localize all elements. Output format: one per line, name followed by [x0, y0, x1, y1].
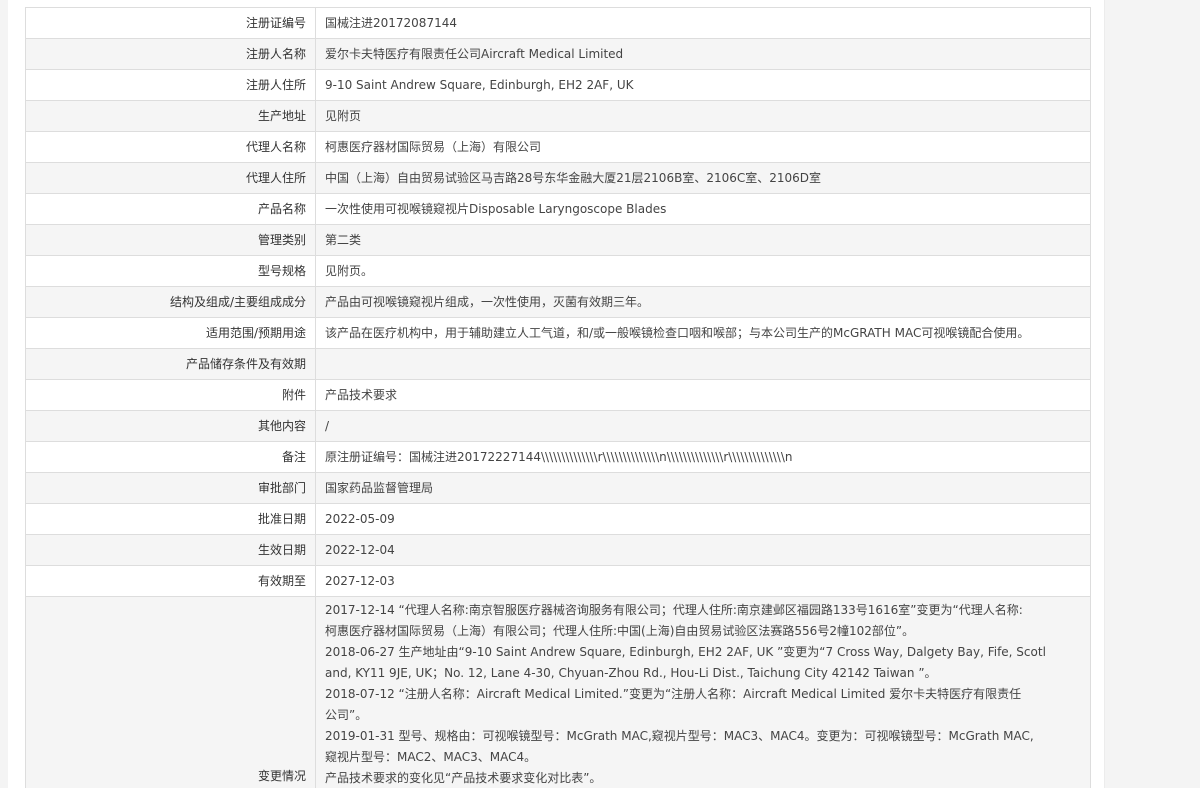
change-history-line: 2018-06-27 生产地址由“9-10 Saint Andrew Squar… [325, 645, 1046, 659]
detail-row-approval-date: 批准日期 2022-05-09 [25, 503, 1091, 535]
detail-row-management-category: 管理类别 第二类 [25, 224, 1091, 256]
detail-row-agent-name: 代理人名称 柯惠医疗器材国际贸易（上海）有限公司 [25, 131, 1091, 163]
change-history-line: 2018-07-12 “注册人名称：Aircraft Medical Limit… [325, 687, 1022, 701]
field-value: 柯惠医疗器材国际贸易（上海）有限公司 [315, 131, 1091, 163]
field-value: 2022-05-09 [315, 503, 1091, 535]
field-label: 变更情况 [25, 596, 316, 788]
field-value: 中国（上海）自由贸易试验区马吉路28号东华金融大厦21层2106B室、2106C… [315, 162, 1091, 194]
field-value: 国家药品监督管理局 [315, 472, 1091, 504]
field-value: 见附页。 [315, 255, 1091, 287]
detail-row-valid-until: 有效期至 2027-12-03 [25, 565, 1091, 597]
change-history-line: and, KY11 9JE, UK；No. 12, Lane 4-30, Chy… [325, 666, 937, 680]
change-history-value: 2017-12-14 “代理人名称:南京智服医疗器械咨询服务有限公司；代理人住所… [315, 596, 1091, 788]
field-label: 代理人名称 [25, 131, 316, 163]
field-label: 注册证编号 [25, 7, 316, 39]
field-label: 注册人住所 [25, 69, 316, 101]
field-label: 管理类别 [25, 224, 316, 256]
field-label: 生产地址 [25, 100, 316, 132]
detail-row-agent-address: 代理人住所 中国（上海）自由贸易试验区马吉路28号东华金融大厦21层2106B室… [25, 162, 1091, 194]
field-value: 该产品在医疗机构中，用于辅助建立人工气道，和/或一般喉镜检查口咽和喉部；与本公司… [315, 317, 1091, 349]
field-value: 见附页 [315, 100, 1091, 132]
change-history-line: 窥视片型号：MAC2、MAC3、MAC4。 [325, 750, 537, 764]
field-value: 9-10 Saint Andrew Square, Edinburgh, EH2… [315, 69, 1091, 101]
detail-table-body: 注册证编号 国械注进20172087144 注册人名称 爱尔卡夫特医疗有限责任公… [25, 7, 1091, 788]
field-value: 产品技术要求 [315, 379, 1091, 411]
field-value: 2022-12-04 [315, 534, 1091, 566]
page: 注册证编号 国械注进20172087144 注册人名称 爱尔卡夫特医疗有限责任公… [0, 0, 1200, 788]
field-value: 爱尔卡夫特医疗有限责任公司Aircraft Medical Limited [315, 38, 1091, 70]
field-label: 代理人住所 [25, 162, 316, 194]
change-history-line: 公司”。 [325, 708, 368, 722]
field-value: 原注册证编号：国械注进20172227144\\\\\\\\\\\\\\r\\\… [315, 441, 1091, 473]
detail-row-model-spec: 型号规格 见附页。 [25, 255, 1091, 287]
change-history-line: 柯惠医疗器材国际贸易（上海）有限公司；代理人住所:中国(上海)自由贸易试验区法赛… [325, 624, 915, 638]
field-value: 一次性使用可视喉镜窥视片Disposable Laryngoscope Blad… [315, 193, 1091, 225]
field-label: 产品名称 [25, 193, 316, 225]
detail-row-intended-use: 适用范围/预期用途 该产品在医疗机构中，用于辅助建立人工气道，和/或一般喉镜检查… [25, 317, 1091, 349]
field-value: / [315, 410, 1091, 442]
field-label: 产品储存条件及有效期 [25, 348, 316, 380]
change-history-line: 产品技术要求的变化见“产品技术要求变化对比表”。 [325, 771, 602, 785]
detail-row-change-history: 变更情况 2017-12-14 “代理人名称:南京智服医疗器械咨询服务有限公司；… [25, 596, 1091, 788]
detail-row-structure-composition: 结构及组成/主要组成成分 产品由可视喉镜窥视片组成，一次性使用，灭菌有效期三年。 [25, 286, 1091, 318]
field-label: 结构及组成/主要组成成分 [25, 286, 316, 318]
field-label: 附件 [25, 379, 316, 411]
detail-row-effective-date: 生效日期 2022-12-04 [25, 534, 1091, 566]
detail-row-attachment: 附件 产品技术要求 [25, 379, 1091, 411]
detail-row-remarks: 备注 原注册证编号：国械注进20172227144\\\\\\\\\\\\\\r… [25, 441, 1091, 473]
detail-row-approval-authority: 审批部门 国家药品监督管理局 [25, 472, 1091, 504]
change-history-line: 2019-01-31 型号、规格由：可视喉镜型号：McGrath MAC,窥视片… [325, 729, 1034, 743]
field-label: 生效日期 [25, 534, 316, 566]
field-label: 适用范围/预期用途 [25, 317, 316, 349]
detail-row-storage-validity: 产品储存条件及有效期 [25, 348, 1091, 380]
field-value: 第二类 [315, 224, 1091, 256]
detail-row-registration-number: 注册证编号 国械注进20172087144 [25, 7, 1091, 39]
detail-row-registrant-address: 注册人住所 9-10 Saint Andrew Square, Edinburg… [25, 69, 1091, 101]
registration-detail-table: 注册证编号 国械注进20172087144 注册人名称 爱尔卡夫特医疗有限责任公… [25, 7, 1091, 788]
field-value: 产品由可视喉镜窥视片组成，一次性使用，灭菌有效期三年。 [315, 286, 1091, 318]
field-label: 其他内容 [25, 410, 316, 442]
detail-row-other-content: 其他内容 / [25, 410, 1091, 442]
field-label: 审批部门 [25, 472, 316, 504]
change-history-line: 2017-12-14 “代理人名称:南京智服医疗器械咨询服务有限公司；代理人住所… [325, 603, 1023, 617]
field-value: 国械注进20172087144 [315, 7, 1091, 39]
detail-row-product-name: 产品名称 一次性使用可视喉镜窥视片Disposable Laryngoscope… [25, 193, 1091, 225]
field-label: 备注 [25, 441, 316, 473]
field-value: 2027-12-03 [315, 565, 1091, 597]
registration-detail-table-wrapper: 注册证编号 国械注进20172087144 注册人名称 爱尔卡夫特医疗有限责任公… [25, 7, 1091, 788]
field-label: 型号规格 [25, 255, 316, 287]
left-scroll-rail [0, 0, 8, 788]
right-side-panel [1104, 0, 1200, 788]
detail-row-registrant-name: 注册人名称 爱尔卡夫特医疗有限责任公司Aircraft Medical Limi… [25, 38, 1091, 70]
field-label: 注册人名称 [25, 38, 316, 70]
field-label: 有效期至 [25, 565, 316, 597]
field-value [315, 348, 1091, 380]
detail-row-production-address: 生产地址 见附页 [25, 100, 1091, 132]
field-label: 批准日期 [25, 503, 316, 535]
